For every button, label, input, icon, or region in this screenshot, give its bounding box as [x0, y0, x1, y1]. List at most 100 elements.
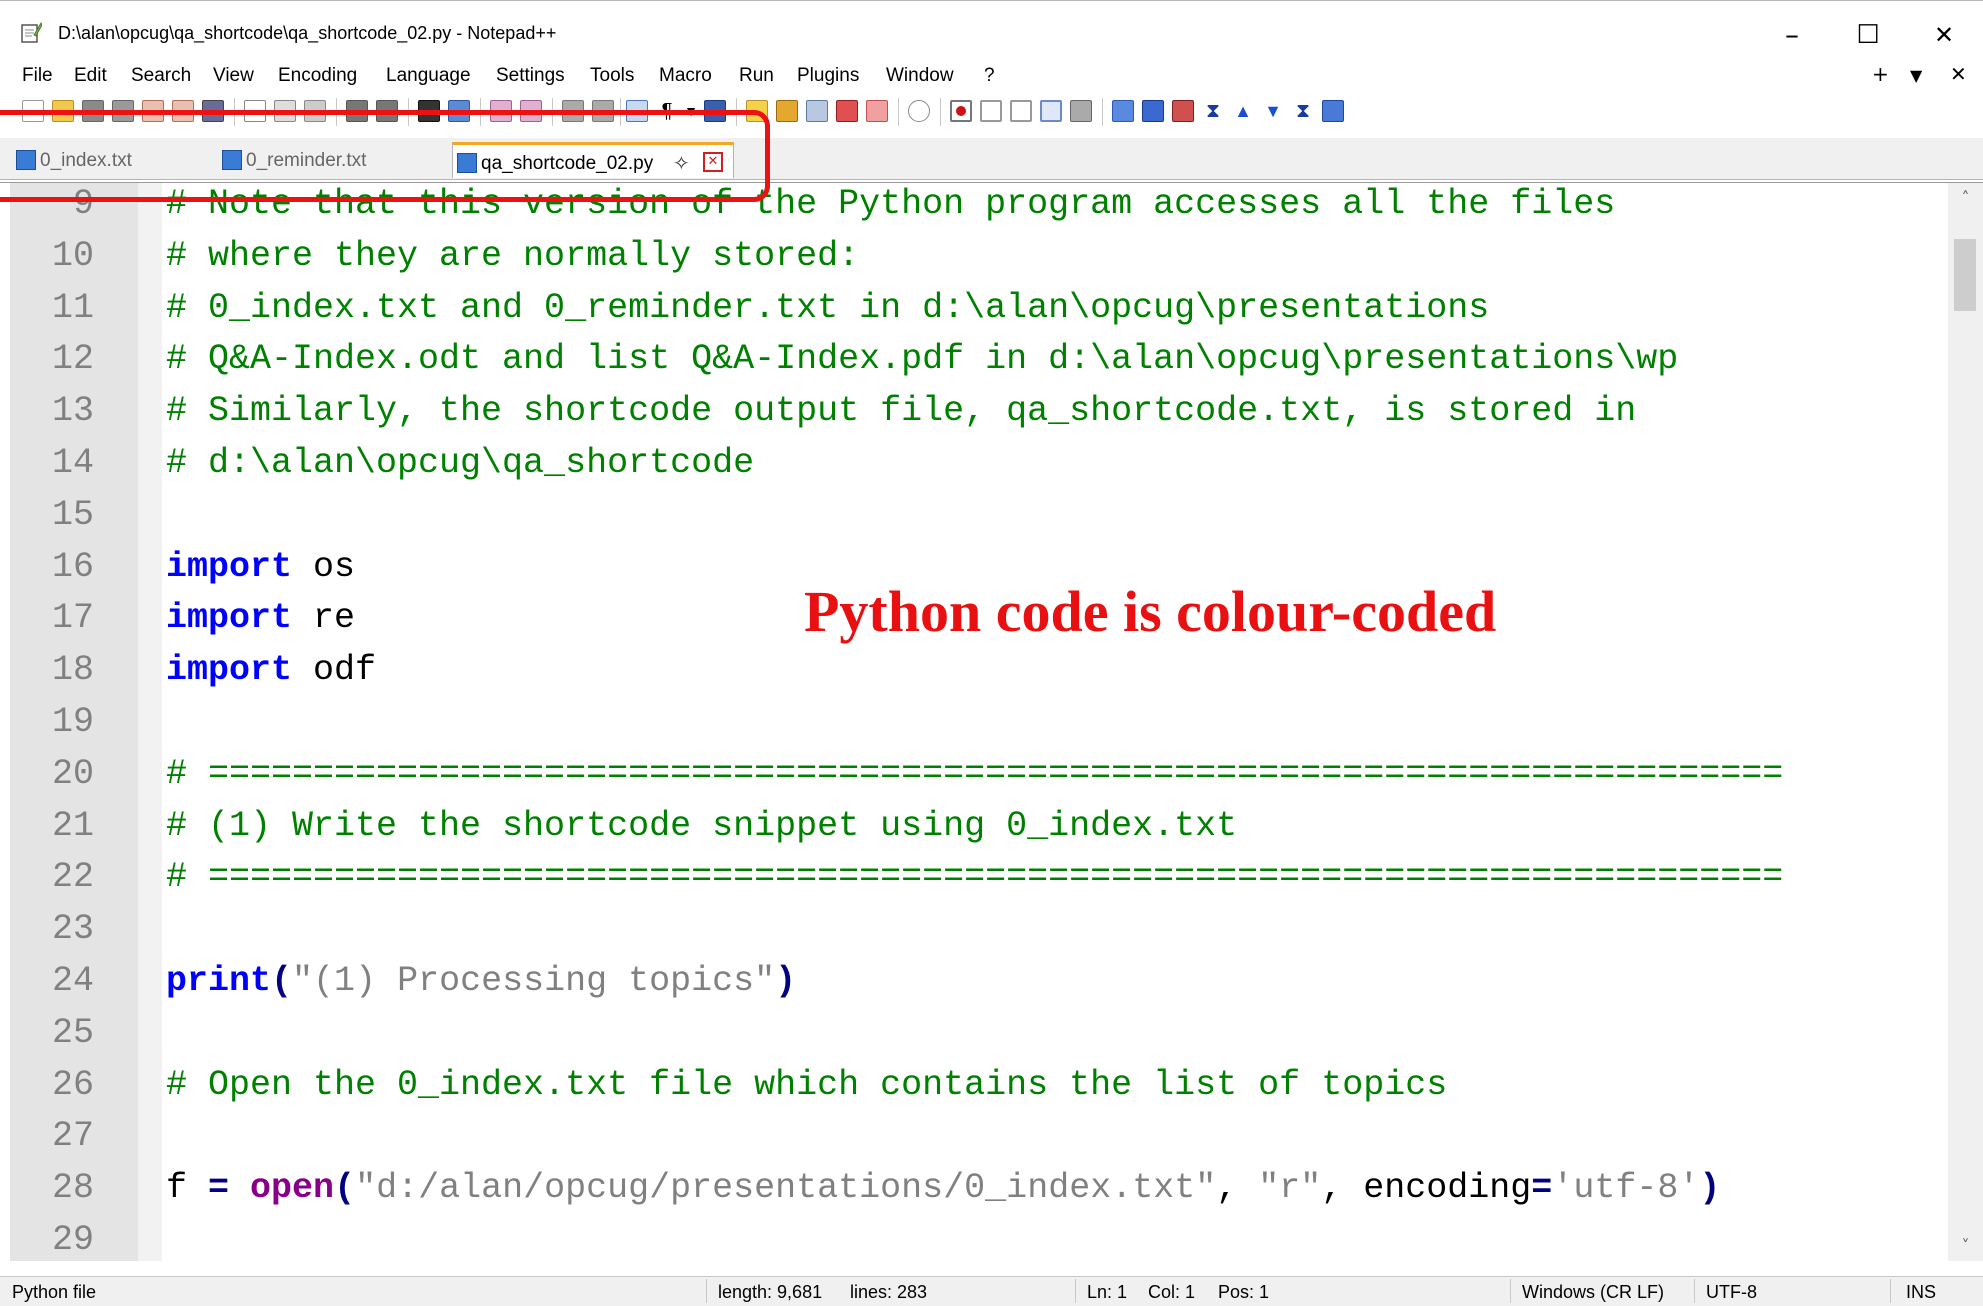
line-number: 25 [51, 1012, 94, 1053]
monitoring-eye-icon[interactable] [908, 100, 930, 122]
code-line[interactable]: 29 [0, 1214, 1940, 1266]
code-text: import re [166, 592, 355, 644]
line-number: 24 [51, 961, 94, 1001]
code-line[interactable]: 21 # (1) Write the shortcode snippet usin… [0, 800, 1940, 852]
menu-macro[interactable]: Macro [659, 65, 712, 87]
doc-list-icon[interactable] [806, 100, 828, 122]
code-token: import [166, 650, 293, 691]
menu-settings[interactable]: Settings [496, 65, 565, 87]
scroll-down-icon[interactable]: ˅ [1948, 1231, 1983, 1261]
code-token: print [166, 961, 272, 1001]
code-text: import os [166, 541, 355, 593]
last-diff-icon[interactable]: ⧗ [1292, 100, 1314, 122]
close-window-button[interactable]: ✕ [1914, 15, 1974, 55]
code-line[interactable]: 19 [0, 696, 1940, 748]
code-text: # (1) Write the shortcode snippet using … [166, 800, 1237, 852]
new-tab-plus-icon[interactable]: + [1872, 62, 1889, 86]
code-token: # Similarly, the shortcode output file, … [166, 391, 1637, 432]
code-token: "d:/alan/opcug/presentations/0_index.txt… [355, 1168, 1217, 1209]
code-line[interactable]: 23 [0, 903, 1940, 955]
menu-file[interactable]: File [22, 65, 53, 87]
scroll-up-icon[interactable]: ˄ [1948, 183, 1983, 213]
menu-edit[interactable]: Edit [74, 65, 107, 87]
code-line[interactable]: 26 # Open the 0_index.txt file which cont… [0, 1059, 1940, 1111]
toolbar-separator [898, 98, 899, 126]
compare-icon[interactable] [1112, 100, 1134, 122]
maximize-button[interactable]: ☐ [1838, 15, 1898, 55]
code-token: import [166, 546, 293, 587]
code-line[interactable]: 20 # ====================================… [0, 748, 1940, 800]
code-token: ) [775, 961, 797, 1001]
menu-window[interactable]: Window [886, 65, 954, 87]
menu-view[interactable]: View [213, 65, 254, 87]
close-doc-icon[interactable]: ✕ [1950, 62, 1967, 86]
doc-map-icon[interactable] [776, 100, 798, 122]
next-diff-icon[interactable]: ▼ [1262, 100, 1284, 122]
menu-tools[interactable]: Tools [590, 65, 634, 87]
status-separator [1890, 1279, 1891, 1303]
menu-plugins[interactable]: Plugins [797, 65, 859, 87]
save-macro-icon[interactable] [1070, 100, 1092, 122]
menu-search[interactable]: Search [131, 65, 191, 87]
code-text: f = open("d:/alan/opcug/presentations/0_… [166, 1162, 1720, 1214]
status-mode: INS [1906, 1282, 1937, 1302]
menu-run[interactable]: Run [739, 65, 774, 87]
menu-language[interactable]: Language [386, 65, 471, 87]
notepad-app-icon [21, 22, 42, 43]
stop-recording-icon[interactable] [980, 100, 1002, 122]
code-token: # ======================================… [166, 857, 1784, 898]
toolbar-separator [1102, 98, 1103, 126]
run-macro-multiple-icon[interactable] [1040, 100, 1062, 122]
code-line[interactable]: 10 # where they are normally stored: [0, 230, 1940, 282]
line-number: 28 [51, 1168, 94, 1209]
code-line[interactable]: 13 # Similarly, the shortcode output file… [0, 385, 1940, 437]
code-token: = [1531, 1168, 1553, 1209]
line-number: 19 [51, 702, 94, 742]
code-line[interactable]: 27 [0, 1110, 1940, 1162]
record-macro-icon[interactable] [950, 100, 972, 122]
code-line[interactable]: 12 # Q&A-Index.odt and list Q&A-Index.pdf… [0, 333, 1940, 385]
code-token: = [208, 1168, 230, 1209]
compare-nav-icon[interactable] [1322, 100, 1344, 122]
status-ln: Ln: 1 [1087, 1282, 1128, 1302]
vertical-scrollbar[interactable]: ˄ ˅ [1948, 183, 1983, 1261]
line-number: 20 [51, 753, 94, 794]
code-token: "r" [1258, 1168, 1322, 1209]
code-line[interactable]: 18 import odf [0, 644, 1940, 696]
code-token: ( [334, 1168, 356, 1209]
code-text: import odf [166, 644, 376, 696]
scroll-thumb[interactable] [1954, 239, 1976, 311]
line-number: 29 [51, 1220, 94, 1260]
code-line[interactable]: 25 [0, 1007, 1940, 1059]
editor[interactable]: 9 # Note that this version of the Python … [0, 182, 1983, 1262]
code-line[interactable]: 22 # ====================================… [0, 851, 1940, 903]
compare-diff-icon[interactable] [1172, 100, 1194, 122]
tab-list-down-icon[interactable]: ▼ [1910, 66, 1922, 85]
code-token: # d:\alan\opcug\qa_shortcode [166, 443, 755, 483]
folder-workspace-icon[interactable] [866, 100, 888, 122]
code-token: # 0_index.txt and 0_reminder.txt in d:\a… [166, 287, 1490, 328]
code-line[interactable]: 28 f = open("d:/alan/opcug/presentations/… [0, 1162, 1940, 1214]
code-line[interactable]: 14 # d:\alan\opcug\qa_shortcode [0, 437, 1940, 489]
menu-help[interactable]: ? [984, 65, 995, 87]
code-line[interactable]: 24 print("(1) Processing topics") [0, 955, 1940, 1007]
code-text: # ======================================… [166, 748, 1783, 800]
line-number: 27 [51, 1116, 94, 1157]
code-token: 'utf-8' [1552, 1168, 1700, 1209]
function-list-icon[interactable] [836, 100, 858, 122]
code-line[interactable]: 11 # 0_index.txt and 0_reminder.txt in d:… [0, 282, 1940, 334]
code-token: "(1) Processing topics" [292, 961, 776, 1001]
minimize-button[interactable]: – [1762, 15, 1822, 55]
line-number: 21 [51, 805, 94, 846]
menu-encoding[interactable]: Encoding [278, 65, 357, 87]
line-number: 26 [51, 1064, 94, 1105]
prev-diff-icon[interactable]: ▲ [1232, 100, 1254, 122]
code-token: , [1216, 1168, 1259, 1209]
code-line[interactable]: 15 [0, 489, 1940, 541]
status-separator [1075, 1279, 1076, 1303]
playback-macro-icon[interactable] [1010, 100, 1032, 122]
compare-clear-icon[interactable] [1142, 100, 1164, 122]
first-diff-icon[interactable]: ⧗ [1202, 100, 1224, 122]
code-text: # Similarly, the shortcode output file, … [166, 385, 1636, 437]
